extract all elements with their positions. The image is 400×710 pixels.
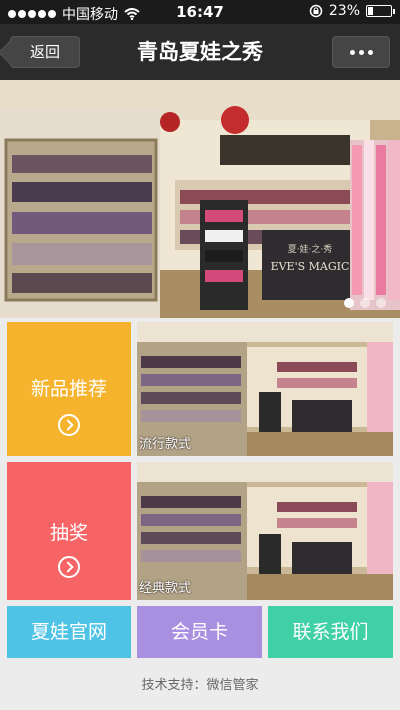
contact-us-button[interactable]: 联系我们 (268, 606, 393, 658)
store-photo: 夏·娃·之·秀 EVE'S MAGIC (0, 80, 400, 318)
carousel-indicators (344, 298, 386, 308)
new-products-label: 新品推荐 (30, 378, 107, 400)
lottery-tile[interactable]: 抽奖 (7, 462, 131, 600)
classic-styles-tile[interactable]: 经典款式 (137, 462, 393, 600)
tech-support-footer: 技术支持：微信管家 (141, 678, 259, 693)
new-products-tile[interactable]: 新品推荐 (7, 322, 131, 456)
battery-percent: 23% (328, 3, 360, 19)
more-dot (358, 49, 364, 55)
classic-styles-caption: 经典款式 (139, 581, 192, 596)
battery-icon (366, 5, 395, 17)
status-bar: 中国移动 16:47 23% (0, 0, 400, 24)
carousel-dot[interactable] (360, 298, 370, 308)
orientation-lock-icon (309, 4, 323, 18)
popular-styles-tile[interactable]: 流行款式 (137, 322, 393, 456)
more-button[interactable] (332, 36, 390, 68)
chevron-right-circle-icon (58, 414, 80, 436)
lottery-label: 抽奖 (49, 522, 88, 544)
svg-text:EVE'S MAGIC: EVE'S MAGIC (271, 260, 350, 273)
svg-text:夏·娃·之·秀: 夏·娃·之·秀 (288, 243, 333, 255)
banner-carousel[interactable]: 夏·娃·之·秀 EVE'S MAGIC (0, 80, 400, 318)
nav-bar: 返回 青岛夏娃之秀 (0, 24, 400, 80)
carousel-dot[interactable] (376, 298, 386, 308)
chevron-right-circle-icon (58, 556, 80, 578)
back-button-label: 返回 (29, 43, 60, 61)
member-card-button[interactable]: 会员卡 (137, 606, 262, 658)
popular-styles-caption: 流行款式 (139, 437, 192, 452)
page-title: 青岛夏娃之秀 (137, 40, 263, 64)
more-dot (349, 49, 355, 55)
carousel-dot[interactable] (344, 298, 354, 308)
status-right: 23% (309, 3, 395, 19)
back-button[interactable]: 返回 (10, 36, 80, 68)
more-dot (367, 49, 373, 55)
official-site-button[interactable]: 夏娃官网 (7, 606, 131, 658)
